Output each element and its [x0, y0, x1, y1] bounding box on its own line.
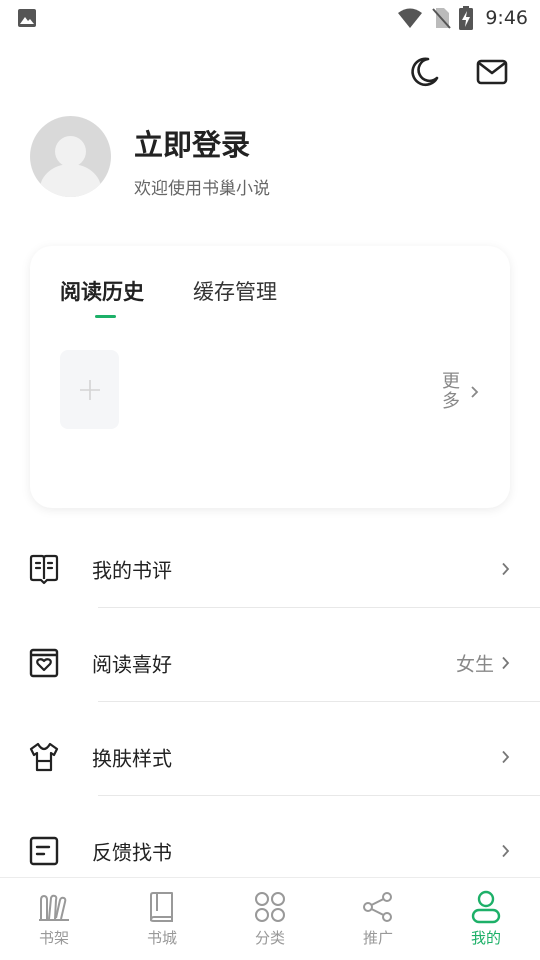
menu-item-theme-skin[interactable]: 换肤样式	[0, 710, 540, 804]
login-title[interactable]: 立即登录	[134, 122, 250, 164]
document-lines-icon	[29, 836, 59, 866]
active-tab-indicator	[95, 315, 116, 318]
nav-bookshelf[interactable]: 书架	[0, 878, 108, 960]
more-label: 更多	[442, 371, 460, 412]
no-sim-icon	[432, 8, 452, 29]
menu-label: 阅读喜好	[92, 652, 172, 677]
top-actions	[406, 54, 510, 90]
status-time: 9:46	[485, 7, 528, 29]
divider	[98, 795, 540, 796]
category-icon	[255, 892, 285, 922]
chevron-right-icon	[502, 562, 510, 576]
chevron-right-icon	[502, 750, 510, 764]
nav-label: 我的	[470, 929, 501, 947]
nav-label: 书城	[146, 929, 177, 947]
avatar[interactable]	[30, 116, 111, 197]
night-mode-button[interactable]	[406, 54, 442, 90]
chevron-right-icon	[502, 656, 510, 670]
more-button[interactable]: 更多	[442, 372, 479, 412]
menu-item-reading-preference[interactable]: 阅读喜好 女生	[0, 616, 540, 710]
share-icon	[363, 892, 392, 922]
nav-label: 分类	[254, 929, 285, 947]
reading-card: 阅读历史 缓存管理 更多	[30, 246, 510, 508]
shirt-icon	[29, 742, 59, 772]
nav-label: 书架	[38, 929, 69, 947]
nav-book-store[interactable]: 书城	[108, 878, 216, 960]
nav-profile[interactable]: 我的	[432, 878, 540, 960]
profile-avatar-wrap[interactable]	[30, 116, 111, 197]
tab-cache-management[interactable]: 缓存管理	[193, 276, 277, 306]
wifi-icon	[398, 8, 423, 28]
welcome-text: 欢迎使用书巢小说	[134, 179, 270, 199]
nav-category[interactable]: 分类	[216, 878, 324, 960]
divider	[98, 701, 540, 702]
add-book-tile[interactable]	[60, 350, 119, 429]
chevron-right-icon	[502, 844, 510, 858]
menu-label: 我的书评	[92, 558, 172, 583]
status-bar: 9:46	[0, 0, 540, 36]
bottom-nav: 书架 书城 分类 推广 我的	[0, 877, 540, 960]
profile-icon	[471, 890, 501, 924]
book-review-icon	[29, 554, 59, 585]
message-button[interactable]	[474, 54, 510, 90]
gallery-icon	[18, 9, 36, 27]
menu-label: 反馈找书	[92, 840, 172, 865]
divider	[98, 607, 540, 608]
battery-charging-icon	[459, 6, 474, 30]
bookshelf-icon	[39, 894, 69, 921]
heart-box-icon	[29, 648, 59, 678]
nav-promotion[interactable]: 推广	[324, 878, 432, 960]
nav-label: 推广	[362, 929, 393, 947]
book-store-icon	[150, 892, 173, 922]
chevron-right-icon	[471, 386, 479, 398]
menu-item-book-reviews[interactable]: 我的书评	[0, 522, 540, 616]
menu-label: 换肤样式	[92, 746, 172, 771]
moon-icon	[411, 57, 439, 87]
tab-reading-history[interactable]: 阅读历史	[60, 276, 144, 306]
plus-icon	[79, 379, 100, 400]
mail-icon	[476, 59, 508, 85]
menu-value: 女生	[455, 653, 494, 676]
